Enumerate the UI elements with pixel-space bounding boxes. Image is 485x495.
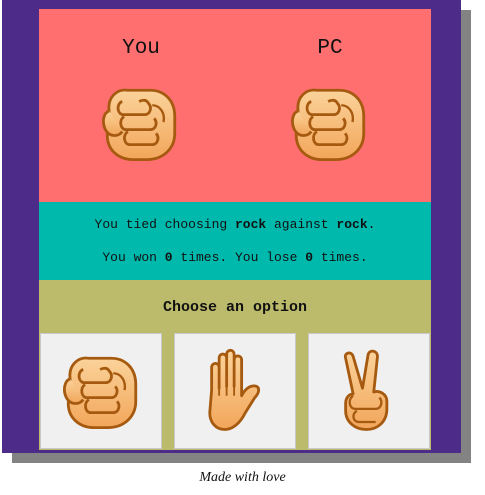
result-message: You tied choosing rock against rock. <box>39 217 431 232</box>
rock-option-button[interactable] <box>40 333 162 449</box>
wins-prefix: You won <box>102 250 165 265</box>
paper-option-button[interactable] <box>174 333 296 449</box>
computer-label: PC <box>317 37 343 60</box>
computer-choice: rock <box>336 217 368 232</box>
result-prefix: You tied choosing <box>94 217 235 232</box>
game-panel: You PC You tied choosing rock against ro… <box>39 9 431 450</box>
score-message: You won 0 times. You lose 0 times. <box>39 250 431 265</box>
rock-fist-icon <box>63 356 138 430</box>
losses-suffix: times. <box>313 250 368 265</box>
rock-fist-icon <box>96 79 186 169</box>
losses-count: 0 <box>305 250 314 265</box>
player-choice: rock <box>234 217 267 232</box>
arena: You PC <box>39 9 431 202</box>
wins-count: 0 <box>164 250 173 265</box>
paper-hand-icon <box>208 348 261 431</box>
rock-fist-icon <box>285 79 375 169</box>
result-middle: against <box>266 217 337 232</box>
result-panel: You tied choosing rock against rock. You… <box>39 202 431 280</box>
chooser-title: Choose an option <box>162 299 308 316</box>
option-chooser: Choose an option <box>39 280 431 450</box>
result-suffix: . <box>367 217 376 232</box>
scissors-option-button[interactable] <box>308 333 430 449</box>
wins-middle: times. You lose <box>172 250 306 265</box>
player-label: You <box>122 37 160 60</box>
scissors-peace-icon <box>343 349 389 431</box>
footer-text: Made with love <box>199 470 286 485</box>
